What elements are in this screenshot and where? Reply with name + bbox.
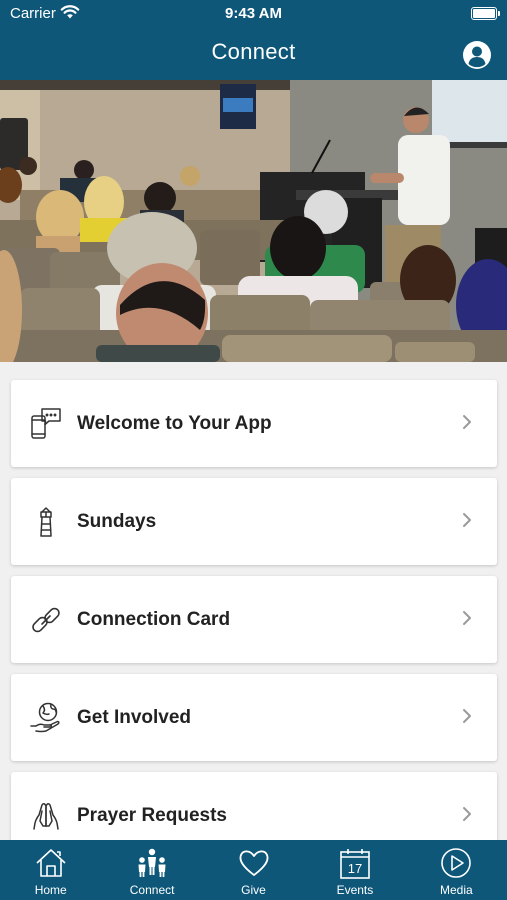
tab-events[interactable]: 17 Events (304, 840, 405, 900)
user-circle-icon[interactable] (462, 40, 492, 70)
tab-media[interactable]: Media (406, 840, 507, 900)
chevron-right-icon (463, 807, 471, 821)
status-time: 9:43 AM (225, 5, 282, 22)
tab-label: Give (241, 883, 266, 897)
hero-image (0, 80, 507, 362)
tab-bar: Home Connect Give 17 Events Media (0, 840, 507, 900)
chevron-right-icon (463, 513, 471, 527)
play-icon (441, 848, 472, 878)
menu-item-prayer-requests[interactable]: Prayer Requests (11, 772, 497, 840)
menu-item-connection-card[interactable]: Connection Card (11, 576, 497, 663)
menu-item-sundays[interactable]: Sundays (11, 478, 497, 565)
tab-connect[interactable]: Connect (101, 840, 202, 900)
phone-chat-icon (31, 408, 61, 439)
status-bar: Carrier 9:43 AM (0, 0, 507, 28)
menu-item-label: Connection Card (77, 609, 231, 630)
chevron-right-icon (463, 611, 471, 625)
tab-label: Events (336, 883, 374, 897)
menu-item-label: Welcome to Your App (77, 413, 272, 434)
menu-item-label: Prayer Requests (77, 805, 227, 826)
tab-label: Media (439, 883, 473, 897)
hand-globe-icon (30, 702, 60, 733)
app-screen: Carrier 9:43 AM Connect Welcome to Your … (0, 0, 507, 900)
lighthouse-icon (40, 507, 52, 537)
menu-item-label: Get Involved (77, 707, 192, 728)
tab-home[interactable]: Home (0, 840, 101, 900)
people-icon (138, 848, 166, 877)
menu-item-welcome[interactable]: Welcome to Your App (11, 380, 497, 467)
tab-label: Connect (129, 883, 175, 897)
top-bar: Carrier 9:43 AM Connect (0, 0, 507, 80)
calendar-day-label: 17 (348, 861, 362, 876)
page-title: Connect (211, 39, 296, 64)
menu-list: Welcome to Your App Sundays Connection C… (0, 362, 507, 840)
chevron-right-icon (463, 415, 471, 429)
church-congregation-photo (0, 80, 507, 362)
battery-icon (471, 7, 500, 20)
menu-item-get-involved[interactable]: Get Involved (11, 674, 497, 761)
menu-item-label: Sundays (77, 511, 157, 532)
chevron-right-icon (463, 709, 471, 723)
tab-label: Home (34, 883, 67, 897)
heart-icon (239, 850, 268, 876)
calendar-icon: 17 (340, 849, 370, 879)
tab-give[interactable]: Give (203, 840, 304, 900)
praying-hands-icon (33, 802, 59, 830)
link-icon (32, 607, 60, 633)
home-icon (36, 849, 66, 877)
